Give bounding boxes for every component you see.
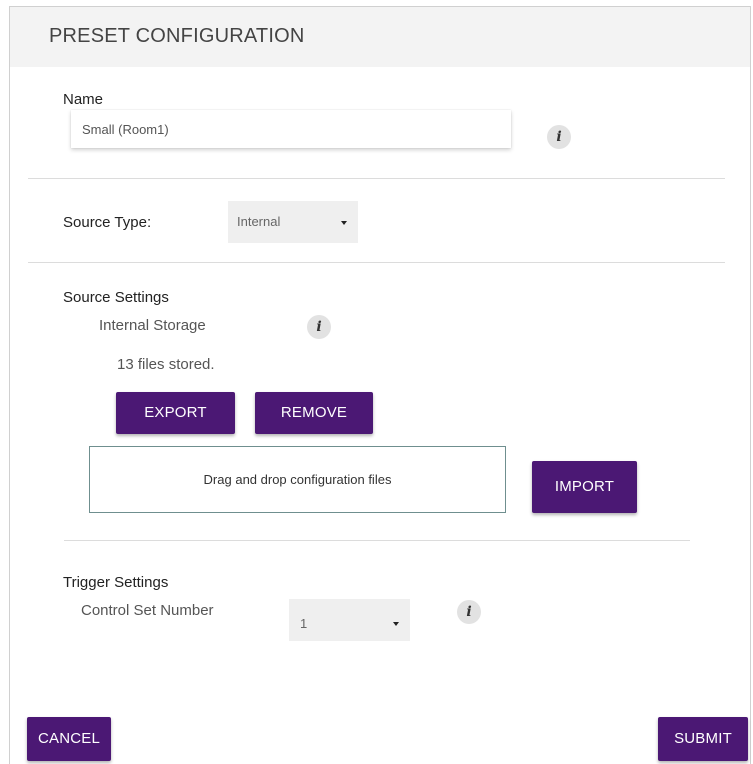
submit-button[interactable]: SUBMIT	[658, 717, 748, 761]
storage-info-icon[interactable]: i	[307, 315, 331, 339]
name-input[interactable]	[71, 110, 511, 148]
caret-down-icon	[341, 221, 347, 225]
files-stored-text: 13 files stored.	[117, 356, 215, 373]
source-settings-label: Source Settings	[63, 289, 169, 306]
control-set-label: Control Set Number	[81, 602, 214, 619]
name-label: Name	[63, 91, 104, 108]
internal-storage-label: Internal Storage	[99, 317, 206, 334]
source-type-label: Source Type:	[63, 214, 152, 231]
divider	[64, 540, 690, 541]
control-set-info-icon[interactable]: i	[457, 600, 481, 624]
source-type-select[interactable]: Internal	[228, 201, 358, 243]
trigger-settings-label: Trigger Settings	[63, 574, 169, 591]
dropzone-text: Drag and drop configuration files	[203, 472, 392, 487]
caret-down-icon	[393, 622, 399, 626]
name-info-icon[interactable]: i	[547, 125, 571, 149]
divider	[28, 262, 725, 263]
cancel-button[interactable]: CANCEL	[27, 717, 111, 761]
source-type-value: Internal	[237, 214, 281, 229]
dropzone[interactable]: Drag and drop configuration files	[89, 446, 506, 513]
remove-button[interactable]: REMOVE	[255, 392, 373, 434]
dialog-title: PRESET CONFIGURATION	[49, 25, 305, 47]
export-button[interactable]: EXPORT	[116, 392, 235, 434]
import-button[interactable]: IMPORT	[532, 461, 637, 513]
divider	[28, 178, 725, 179]
dialog-header: PRESET CONFIGURATION	[10, 7, 750, 67]
control-set-select[interactable]: 1	[289, 599, 410, 641]
control-set-value: 1	[300, 616, 308, 631]
